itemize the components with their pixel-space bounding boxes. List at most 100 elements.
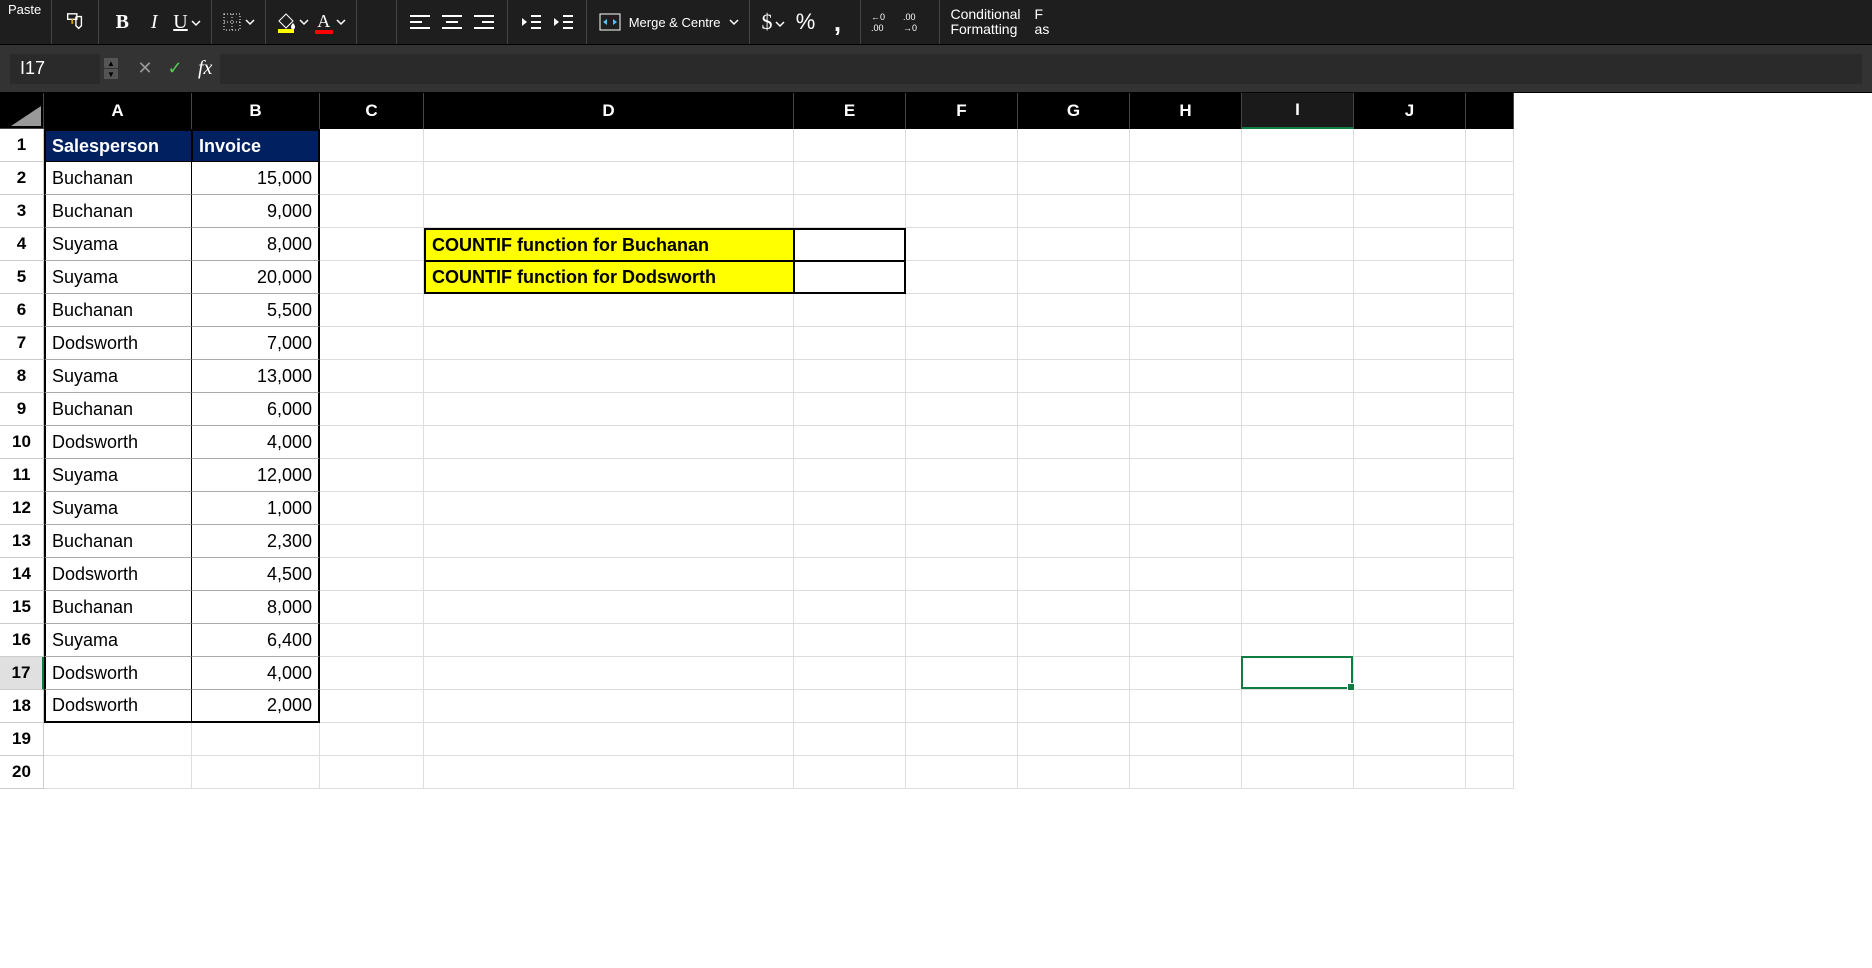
bold-button[interactable]: B <box>109 6 135 38</box>
cell-H13[interactable] <box>1130 525 1242 558</box>
cell-C20[interactable] <box>320 756 424 789</box>
cell-8[interactable] <box>1466 360 1514 393</box>
cell-J1[interactable] <box>1354 129 1466 162</box>
cell-C15[interactable] <box>320 591 424 624</box>
cell-G16[interactable] <box>1018 624 1130 657</box>
cell-B6[interactable]: 5,500 <box>192 294 320 327</box>
cell-D15[interactable] <box>424 591 794 624</box>
chevron-down-icon[interactable] <box>729 14 739 30</box>
row-header-20[interactable]: 20 <box>0 756 44 789</box>
format-as-as[interactable]: as <box>1035 22 1050 37</box>
row-header-17[interactable]: 17 <box>0 657 44 690</box>
cell-B2[interactable]: 15,000 <box>192 162 320 195</box>
cell-A13[interactable]: Buchanan <box>44 525 192 558</box>
cell-A10[interactable]: Dodsworth <box>44 426 192 459</box>
cell-D4[interactable]: COUNTIF function for Buchanan <box>424 228 794 261</box>
font-color-button[interactable]: A <box>315 6 346 38</box>
row-header-3[interactable]: 3 <box>0 195 44 228</box>
cell-E11[interactable] <box>794 459 906 492</box>
cell-H20[interactable] <box>1130 756 1242 789</box>
cell-C1[interactable] <box>320 129 424 162</box>
cell-D20[interactable] <box>424 756 794 789</box>
cell-19[interactable] <box>1466 723 1514 756</box>
cell-F10[interactable] <box>906 426 1018 459</box>
cell-A1[interactable]: Salesperson <box>44 129 192 162</box>
cell-G1[interactable] <box>1018 129 1130 162</box>
cell-I9[interactable] <box>1242 393 1354 426</box>
cell-G2[interactable] <box>1018 162 1130 195</box>
col-header-F[interactable]: F <box>906 93 1018 129</box>
fill-handle[interactable] <box>1347 683 1355 691</box>
cell-J3[interactable] <box>1354 195 1466 228</box>
cell-I1[interactable] <box>1242 129 1354 162</box>
cell-D10[interactable] <box>424 426 794 459</box>
cell-E8[interactable] <box>794 360 906 393</box>
underline-button[interactable]: U <box>173 6 200 38</box>
cell-I7[interactable] <box>1242 327 1354 360</box>
cond-fmt-line1[interactable]: Conditional <box>950 7 1020 22</box>
cell-E2[interactable] <box>794 162 906 195</box>
cell-E9[interactable] <box>794 393 906 426</box>
cell-A15[interactable]: Buchanan <box>44 591 192 624</box>
cell-E16[interactable] <box>794 624 906 657</box>
comma-style-button[interactable]: , <box>824 6 850 38</box>
cell-B9[interactable]: 6,000 <box>192 393 320 426</box>
align-left-button[interactable] <box>407 6 433 38</box>
cancel-formula-button[interactable]: ✕ <box>130 54 160 84</box>
cell-F6[interactable] <box>906 294 1018 327</box>
cell-C8[interactable] <box>320 360 424 393</box>
col-header-extra[interactable] <box>1466 93 1514 129</box>
row-header-13[interactable]: 13 <box>0 525 44 558</box>
cell-A11[interactable]: Suyama <box>44 459 192 492</box>
col-header-D[interactable]: D <box>424 93 794 129</box>
cell-E12[interactable] <box>794 492 906 525</box>
row-header-1[interactable]: 1 <box>0 129 44 162</box>
cell-E7[interactable] <box>794 327 906 360</box>
cell-J17[interactable] <box>1354 657 1466 690</box>
col-header-B[interactable]: B <box>192 93 320 129</box>
cell-E13[interactable] <box>794 525 906 558</box>
cell-G20[interactable] <box>1018 756 1130 789</box>
row-header-19[interactable]: 19 <box>0 723 44 756</box>
cell-4[interactable] <box>1466 228 1514 261</box>
cell-H8[interactable] <box>1130 360 1242 393</box>
cell-F15[interactable] <box>906 591 1018 624</box>
cell-11[interactable] <box>1466 459 1514 492</box>
cell-G14[interactable] <box>1018 558 1130 591</box>
cell-D7[interactable] <box>424 327 794 360</box>
cell-F2[interactable] <box>906 162 1018 195</box>
cell-C9[interactable] <box>320 393 424 426</box>
cell-B7[interactable]: 7,000 <box>192 327 320 360</box>
cell-E14[interactable] <box>794 558 906 591</box>
cell-I18[interactable] <box>1242 690 1354 723</box>
cell-7[interactable] <box>1466 327 1514 360</box>
cell-G5[interactable] <box>1018 261 1130 294</box>
cell-C18[interactable] <box>320 690 424 723</box>
cell-J8[interactable] <box>1354 360 1466 393</box>
cell-3[interactable] <box>1466 195 1514 228</box>
cell-I2[interactable] <box>1242 162 1354 195</box>
cell-B15[interactable]: 8,000 <box>192 591 320 624</box>
col-header-G[interactable]: G <box>1018 93 1130 129</box>
cell-J12[interactable] <box>1354 492 1466 525</box>
cell-F12[interactable] <box>906 492 1018 525</box>
cell-I10[interactable] <box>1242 426 1354 459</box>
cell-6[interactable] <box>1466 294 1514 327</box>
cell-J19[interactable] <box>1354 723 1466 756</box>
cell-J6[interactable] <box>1354 294 1466 327</box>
cell-H14[interactable] <box>1130 558 1242 591</box>
cell-18[interactable] <box>1466 690 1514 723</box>
cell-E10[interactable] <box>794 426 906 459</box>
row-header-11[interactable]: 11 <box>0 459 44 492</box>
row-header-9[interactable]: 9 <box>0 393 44 426</box>
cell-C4[interactable] <box>320 228 424 261</box>
cell-G3[interactable] <box>1018 195 1130 228</box>
cell-B5[interactable]: 20,000 <box>192 261 320 294</box>
enter-formula-button[interactable]: ✓ <box>160 54 190 84</box>
cell-F18[interactable] <box>906 690 1018 723</box>
cell-I6[interactable] <box>1242 294 1354 327</box>
cell-B4[interactable]: 8,000 <box>192 228 320 261</box>
cell-G12[interactable] <box>1018 492 1130 525</box>
col-header-I[interactable]: I <box>1242 93 1354 129</box>
cell-F17[interactable] <box>906 657 1018 690</box>
